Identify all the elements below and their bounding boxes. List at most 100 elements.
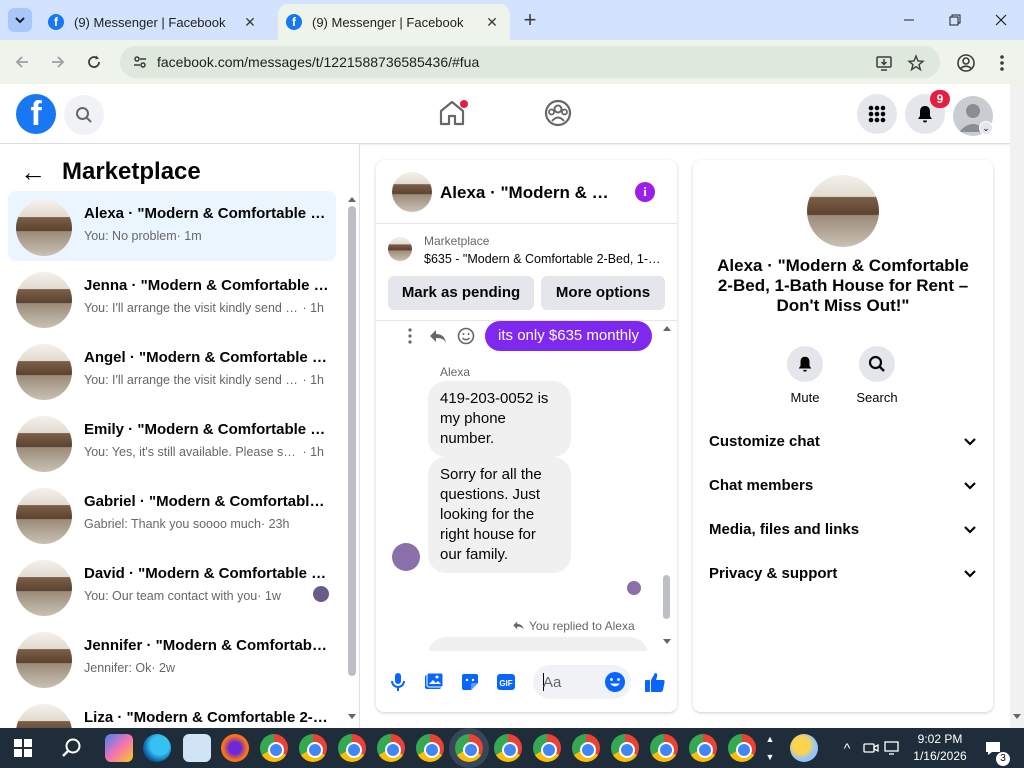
close-window-button[interactable] xyxy=(978,6,1024,34)
site-settings-icon[interactable] xyxy=(132,54,148,70)
edge-icon[interactable] xyxy=(143,734,171,762)
paint-icon[interactable] xyxy=(183,734,211,762)
chrome-icon[interactable] xyxy=(377,734,405,762)
sidebar-scrollbar[interactable] xyxy=(346,196,358,728)
bookmark-star-icon[interactable] xyxy=(907,54,925,72)
scroll-up-icon[interactable] xyxy=(348,196,356,202)
conversation-item[interactable]: Alexa · "Modern & Comfortable 2-Bed, 1-B… xyxy=(8,191,336,261)
conversation-item[interactable]: Gabriel · "Modern & Comfortable 2-Bed, 1… xyxy=(8,479,336,549)
gif-icon[interactable]: GIF xyxy=(495,671,517,693)
scrollbar-thumb[interactable] xyxy=(348,206,356,676)
browser-tab-1[interactable]: f (9) Messenger | Facebook ✕ xyxy=(40,4,268,40)
mark-as-pending-button[interactable]: Mark as pending xyxy=(388,276,534,310)
taskbar-overflow-arrows[interactable]: ▲ ▼ xyxy=(764,730,776,766)
chrome-icon[interactable] xyxy=(533,734,561,762)
scroll-up-icon[interactable] xyxy=(663,325,671,331)
search-action[interactable]: Search xyxy=(849,346,905,405)
network-icon[interactable] xyxy=(884,739,902,757)
weather-icon[interactable] xyxy=(790,734,818,762)
browser-tab-2[interactable]: f (9) Messenger | Facebook ✕ xyxy=(278,4,510,40)
conversation-name: Jenna · "Modern & Comfortable 2-Bed, 1-B… xyxy=(84,277,330,294)
more-options-button[interactable]: More options xyxy=(541,276,665,310)
taskbar-search-icon[interactable] xyxy=(61,737,83,759)
chrome-icon[interactable] xyxy=(416,734,444,762)
conversation-item[interactable]: Angel · "Modern & Comfortable 2-Bed, 1-B… xyxy=(8,335,336,405)
chrome-icon[interactable] xyxy=(611,734,639,762)
chat-avatar[interactable] xyxy=(392,172,432,212)
clock-date: 1/16/2026 xyxy=(913,749,967,763)
chrome-icon[interactable] xyxy=(260,734,288,762)
reply-icon[interactable] xyxy=(428,325,448,347)
outgoing-message[interactable]: its only $635 monthly xyxy=(485,321,652,351)
listing-photo[interactable] xyxy=(807,175,879,247)
account-caret-icon[interactable]: ⌄ xyxy=(979,121,993,135)
scrollbar-thumb[interactable] xyxy=(663,575,670,619)
back-button[interactable] xyxy=(10,50,34,74)
mute-action[interactable]: Mute xyxy=(777,346,833,405)
chrome-icon[interactable] xyxy=(455,734,483,762)
menu-button[interactable] xyxy=(857,94,897,134)
chrome-icon[interactable] xyxy=(728,734,756,762)
chrome-icon[interactable] xyxy=(689,734,717,762)
listing-thumbnail[interactable] xyxy=(388,237,412,261)
chat-title[interactable]: Alexa · "Modern & Comfortable 2-Bed, 1-B… xyxy=(440,183,620,203)
profile-icon[interactable] xyxy=(956,53,976,73)
clock[interactable]: 9:02 PM 1/16/2026 xyxy=(910,731,970,765)
new-tab-button[interactable]: + xyxy=(518,9,542,32)
close-icon[interactable]: ✕ xyxy=(242,14,258,30)
more-vertical-icon[interactable] xyxy=(994,53,1010,73)
react-icon[interactable] xyxy=(456,325,476,347)
chat-members-row[interactable]: Chat members xyxy=(709,473,977,497)
copilot-icon[interactable] xyxy=(105,734,133,762)
facebook-logo-icon[interactable]: f xyxy=(16,94,56,134)
page-scrollbar[interactable] xyxy=(1010,84,1024,728)
chrome-icon[interactable] xyxy=(572,734,600,762)
sender-avatar[interactable] xyxy=(392,543,420,571)
chrome-icon[interactable] xyxy=(338,734,366,762)
install-app-icon[interactable] xyxy=(875,54,893,72)
chrome-icon[interactable] xyxy=(299,734,327,762)
chrome-icon[interactable] xyxy=(650,734,678,762)
chrome-icon[interactable] xyxy=(494,734,522,762)
scroll-down-icon[interactable] xyxy=(348,714,356,720)
sticker-icon[interactable] xyxy=(459,671,481,693)
minimize-button[interactable] xyxy=(886,6,932,34)
thread-scrollbar[interactable] xyxy=(662,325,672,645)
incoming-message[interactable]: Sorry for all the questions. Just lookin… xyxy=(428,457,571,573)
firefox-icon[interactable] xyxy=(221,734,249,762)
windows-start-icon[interactable] xyxy=(14,739,32,757)
search-facebook-button[interactable] xyxy=(64,95,104,135)
show-hidden-icons-chevron-icon[interactable]: ^ xyxy=(838,739,856,757)
scroll-down-icon[interactable] xyxy=(663,639,671,645)
incoming-message[interactable]: 419-203-0052 is my phone number. xyxy=(428,381,571,457)
meet-now-icon[interactable] xyxy=(862,739,880,757)
more-actions-icon[interactable] xyxy=(404,325,416,347)
conversation-item[interactable]: David · "Modern & Comfortable 2-Bed, 1-B… xyxy=(8,551,336,621)
close-icon[interactable]: ✕ xyxy=(484,14,500,30)
like-icon[interactable] xyxy=(643,670,667,694)
info-icon[interactable]: i xyxy=(635,182,655,202)
listing-title[interactable]: $635 - "Modern & Comfortable 2-Bed, 1-Ba… xyxy=(424,252,667,266)
privacy-support-row[interactable]: Privacy & support xyxy=(709,561,977,585)
media-files-links-row[interactable]: Media, files and links xyxy=(709,517,977,541)
tab-search-button[interactable] xyxy=(8,8,32,32)
conversation-item[interactable]: Emily · "Modern & Comfortable 2-Bed, 1-B… xyxy=(8,407,336,477)
conversation-item[interactable]: Jennifer · "Modern & Comfortable 2-Bed, … xyxy=(8,623,336,693)
photo-icon[interactable] xyxy=(423,671,445,693)
url-bar[interactable]: facebook.com/messages/t/1221588736585436… xyxy=(120,46,940,78)
forward-button[interactable] xyxy=(46,50,70,74)
customize-chat-row[interactable]: Customize chat xyxy=(709,429,977,453)
back-arrow-icon[interactable]: ← xyxy=(20,157,46,188)
restore-button[interactable] xyxy=(932,6,978,34)
conversation-name: Emily · "Modern & Comfortable 2-Bed, 1-B… xyxy=(84,421,330,438)
sender-name: Alexa xyxy=(440,365,471,379)
scroll-down-icon[interactable] xyxy=(1013,714,1021,720)
microphone-icon[interactable] xyxy=(387,671,409,693)
message-input[interactable]: Aa xyxy=(533,665,631,699)
conversation-item[interactable]: Liza · "Modern & Comfortable 2-Bed, 1-Ba… xyxy=(8,695,336,728)
seen-avatar xyxy=(313,586,329,602)
emoji-icon[interactable] xyxy=(604,671,626,693)
reload-button[interactable] xyxy=(82,50,106,74)
conversation-item[interactable]: Jenna · "Modern & Comfortable 2-Bed, 1-B… xyxy=(8,263,336,333)
groups-icon[interactable] xyxy=(543,98,573,128)
